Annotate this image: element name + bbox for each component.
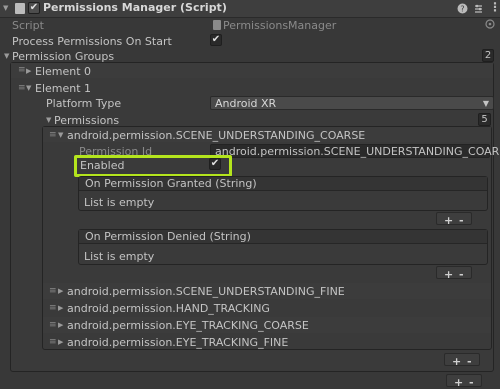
permission-name: android.permission.SCENE_UNDERSTANDING_F… xyxy=(67,285,345,298)
groups-remove-button[interactable]: - xyxy=(469,376,474,389)
script-label: Script xyxy=(12,19,44,32)
svg-text:?: ? xyxy=(460,5,464,14)
granted-add-button[interactable]: + xyxy=(444,214,453,227)
script-value: PermissionsManager xyxy=(223,19,337,32)
denied-plus-minus: + - xyxy=(436,266,472,281)
permissions-count[interactable]: 5 xyxy=(478,113,491,126)
groups-foldout-icon[interactable]: ▼ xyxy=(4,52,9,60)
permission-id-value: android.permission.SCENE_UNDERSTANDING_C… xyxy=(215,145,500,158)
element-0-foldout-icon[interactable]: ▶ xyxy=(26,67,31,75)
permission-foldout-icon[interactable]: ▶ xyxy=(58,287,63,295)
platform-type-dropdown[interactable]: Android XR ▼ xyxy=(210,96,494,110)
permission-foldout-icon[interactable]: ▶ xyxy=(58,338,63,346)
process-label: Process Permissions On Start xyxy=(12,35,172,48)
element-1-label: Element 1 xyxy=(35,82,92,95)
drag-handle-icon[interactable]: ≡ xyxy=(18,65,26,75)
object-picker-icon[interactable] xyxy=(485,19,495,29)
platform-type-value: Android XR xyxy=(215,97,277,110)
help-icon[interactable]: ? xyxy=(457,3,468,14)
element-0-label: Element 0 xyxy=(35,65,92,78)
permission-foldout-icon[interactable]: ▼ xyxy=(58,131,63,139)
permission-name: android.permission.HAND_TRACKING xyxy=(67,302,270,315)
permissions-add-button[interactable]: + xyxy=(452,355,461,368)
preset-icon[interactable] xyxy=(473,3,484,14)
drag-handle-icon[interactable]: ≡ xyxy=(49,286,57,296)
script-icon xyxy=(15,3,25,14)
highlight-box xyxy=(74,155,232,177)
permission-foldout-icon[interactable]: ▶ xyxy=(58,321,63,329)
script-file-icon xyxy=(213,20,221,30)
component-enabled-checkbox[interactable]: ✔ xyxy=(28,2,40,14)
granted-plus-minus: + - xyxy=(436,212,472,227)
context-menu-icon[interactable]: ⋮ xyxy=(489,0,500,14)
denied-empty-text: List is empty xyxy=(84,250,155,263)
process-checkbox[interactable]: ✔ xyxy=(210,34,222,46)
component-header: ▼ ✔ Permissions Manager (Script) ? ⋮ xyxy=(0,0,500,18)
element-1-foldout-icon[interactable]: ▼ xyxy=(26,84,31,92)
denied-event-title: On Permission Denied (String) xyxy=(85,230,251,243)
drag-handle-icon[interactable]: ≡ xyxy=(49,303,57,313)
granted-remove-button[interactable]: - xyxy=(459,214,464,227)
denied-add-button[interactable]: + xyxy=(444,268,453,281)
permissions-plus-minus: + - xyxy=(444,353,480,368)
drag-handle-icon[interactable]: ≡ xyxy=(18,83,26,93)
denied-remove-button[interactable]: - xyxy=(459,268,464,281)
groups-count[interactable]: 2 xyxy=(482,49,494,62)
drag-handle-icon[interactable]: ≡ xyxy=(49,337,57,347)
platform-type-label: Platform Type xyxy=(46,97,122,110)
permission-name: android.permission.EYE_TRACKING_FINE xyxy=(67,336,289,349)
denied-event-header: On Permission Denied (String) xyxy=(79,230,487,244)
permissions-remove-button[interactable]: - xyxy=(467,355,472,368)
script-field: PermissionsManager xyxy=(211,18,481,32)
permission-id-field[interactable]: android.permission.SCENE_UNDERSTANDING_C… xyxy=(210,144,500,158)
permissions-foldout-icon[interactable]: ▼ xyxy=(46,116,51,124)
foldout-arrow-icon[interactable]: ▼ xyxy=(3,4,8,12)
component-title: Permissions Manager (Script) xyxy=(43,1,227,14)
permission-name: android.permission.EYE_TRACKING_COARSE xyxy=(67,319,309,332)
groups-plus-minus: + - xyxy=(446,374,482,389)
permission-name: android.permission.SCENE_UNDERSTANDING_C… xyxy=(67,129,366,142)
drag-handle-icon[interactable]: ≡ xyxy=(49,320,57,330)
granted-empty-text: List is empty xyxy=(84,196,155,209)
groups-add-button[interactable]: + xyxy=(454,376,463,389)
dropdown-arrow-icon: ▼ xyxy=(482,99,489,108)
permission-foldout-icon[interactable]: ▶ xyxy=(58,304,63,312)
drag-handle-icon[interactable]: ≡ xyxy=(49,130,57,140)
granted-event-title: On Permission Granted (String) xyxy=(85,177,257,190)
granted-event-header: On Permission Granted (String) xyxy=(79,177,487,191)
